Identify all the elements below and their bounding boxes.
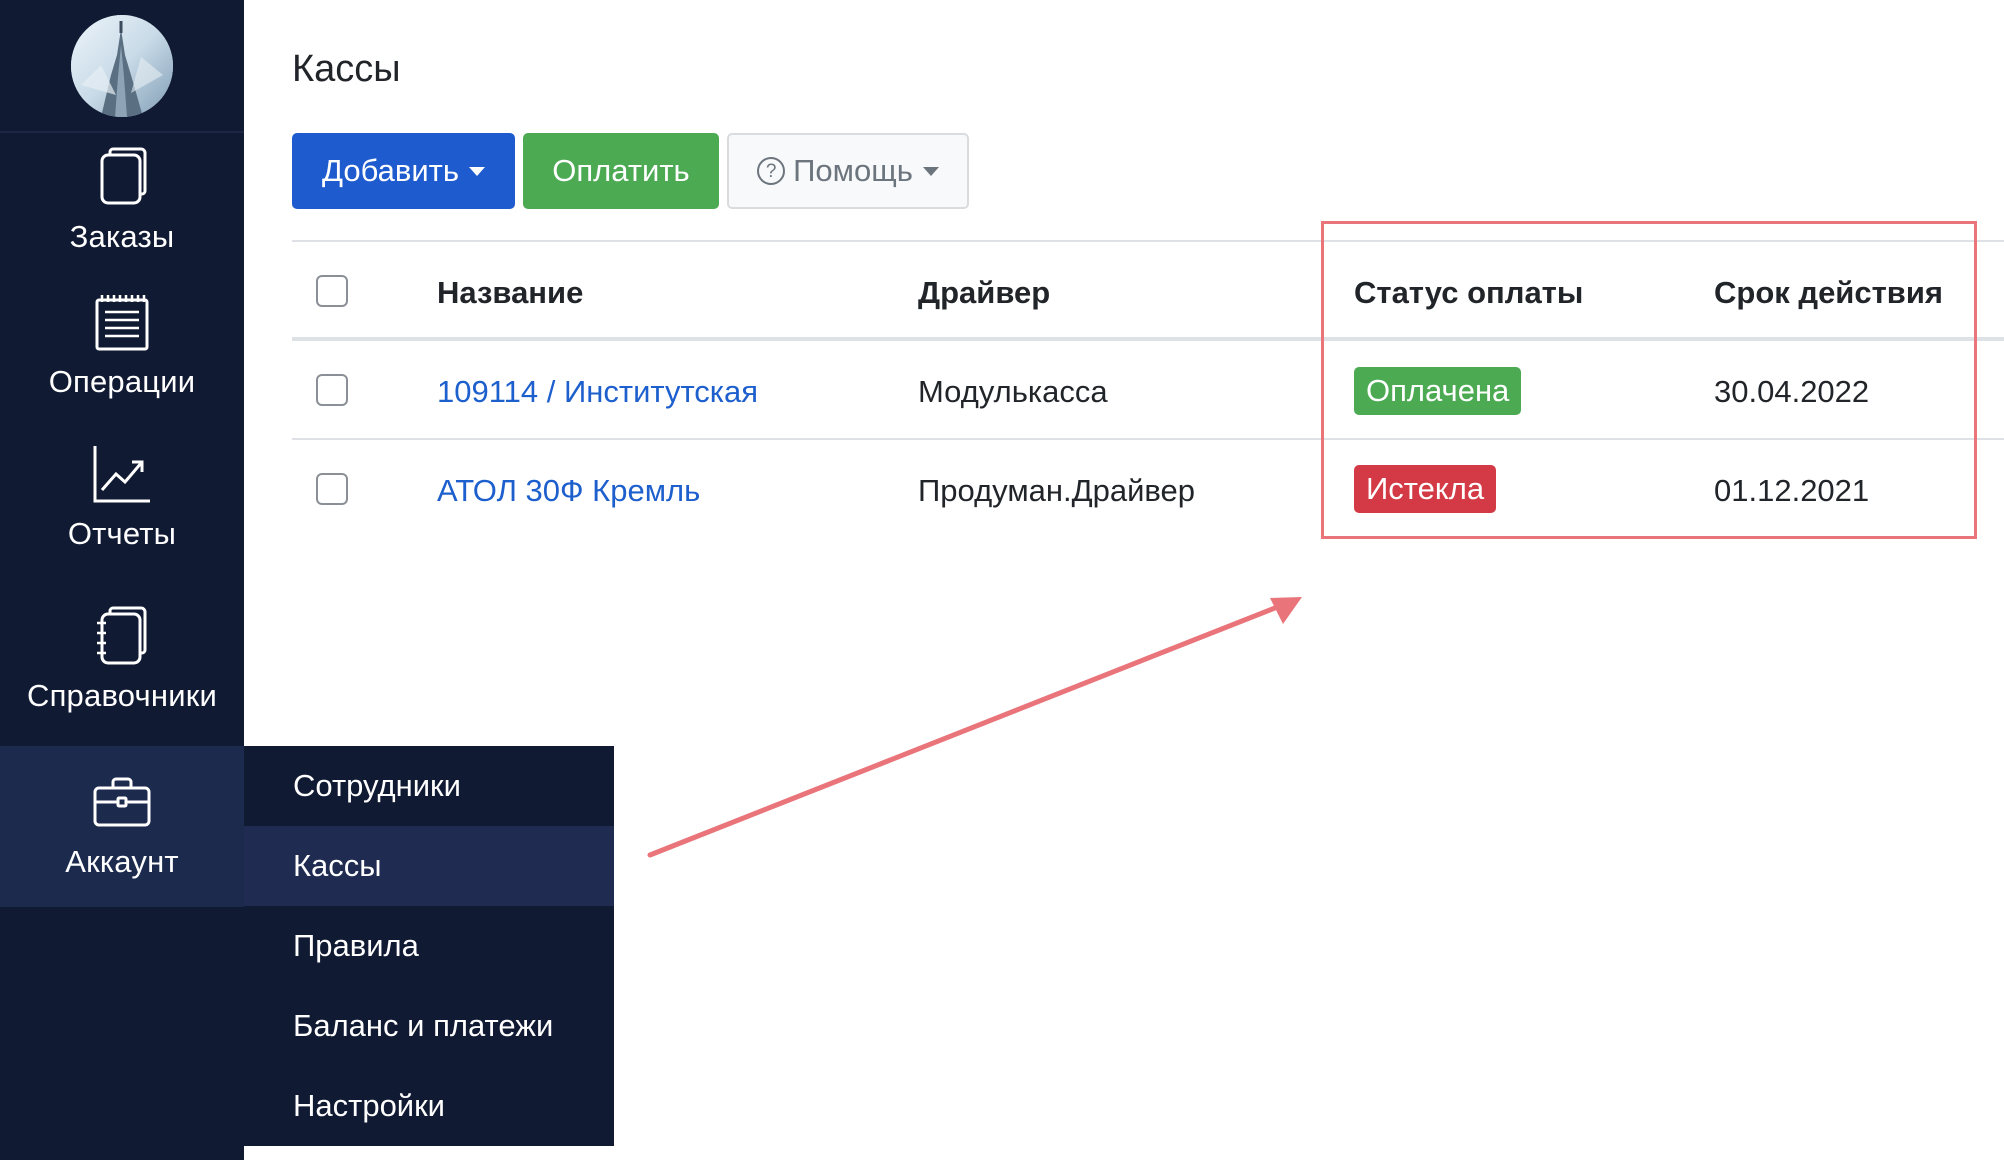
orders-icon	[92, 145, 152, 209]
page-title: Кассы	[292, 48, 401, 90]
help-button-label: Помощь	[793, 153, 913, 188]
add-button-label: Добавить	[321, 153, 459, 188]
submenu-item-balance-payments[interactable]: Баланс и платежи	[244, 986, 614, 1066]
sidebar-item-orders[interactable]: Заказы	[0, 145, 244, 260]
submenu-item-settings[interactable]: Настройки	[244, 1066, 614, 1146]
avatar[interactable]	[71, 14, 173, 117]
sidebar-item-reports[interactable]: Отчеты	[0, 442, 244, 557]
row-checkbox[interactable]	[316, 374, 348, 406]
sidebar: Заказы Операции Отчеты Справочники Аккау…	[0, 0, 244, 1160]
sidebar-item-account[interactable]: Аккаунт	[0, 746, 244, 907]
sidebar-item-label: Заказы	[69, 219, 175, 254]
submenu-item-employees[interactable]: Сотрудники	[244, 746, 614, 826]
help-dropdown-button[interactable]: ? Помощь	[727, 133, 969, 209]
briefcase-icon	[92, 770, 152, 834]
account-submenu: Сотрудники Кассы Правила Баланс и платеж…	[244, 746, 614, 1146]
sidebar-item-label: Операции	[48, 364, 196, 399]
sidebar-item-label: Отчеты	[67, 516, 177, 551]
pay-button-label: Оплатить	[552, 153, 690, 188]
sidebar-item-label: Аккаунт	[65, 844, 179, 879]
annotation-highlight-box	[1321, 221, 1977, 539]
reports-chart-icon	[92, 442, 152, 506]
cash-register-link[interactable]: 109114 / Институтская	[437, 374, 758, 410]
pay-button[interactable]: Оплатить	[523, 133, 719, 209]
question-circle-icon: ?	[757, 157, 786, 185]
submenu-item-cash-registers[interactable]: Кассы	[244, 826, 614, 906]
sidebar-item-directories[interactable]: Справочники	[0, 604, 244, 719]
driver-cell: Продуман.Драйвер	[918, 473, 1196, 508]
add-dropdown-button[interactable]: Добавить	[292, 133, 515, 209]
sidebar-item-operations[interactable]: Операции	[0, 290, 244, 405]
operations-icon	[92, 290, 152, 354]
driver-cell: Модулькасса	[918, 374, 1108, 409]
row-checkbox[interactable]	[316, 473, 348, 505]
avatar-image	[71, 14, 173, 117]
caret-down-icon	[469, 166, 485, 176]
avatar-area	[0, 0, 244, 133]
sidebar-item-label: Справочники	[26, 678, 217, 713]
column-header-name[interactable]: Название	[437, 275, 583, 311]
column-header-driver[interactable]: Драйвер	[918, 275, 1050, 311]
notebook-icon	[92, 604, 152, 668]
select-all-checkbox[interactable]	[316, 275, 348, 307]
submenu-item-rules[interactable]: Правила	[244, 906, 614, 986]
cash-register-link[interactable]: АТОЛ 30Ф Кремль	[437, 473, 700, 509]
caret-down-icon	[922, 166, 939, 176]
